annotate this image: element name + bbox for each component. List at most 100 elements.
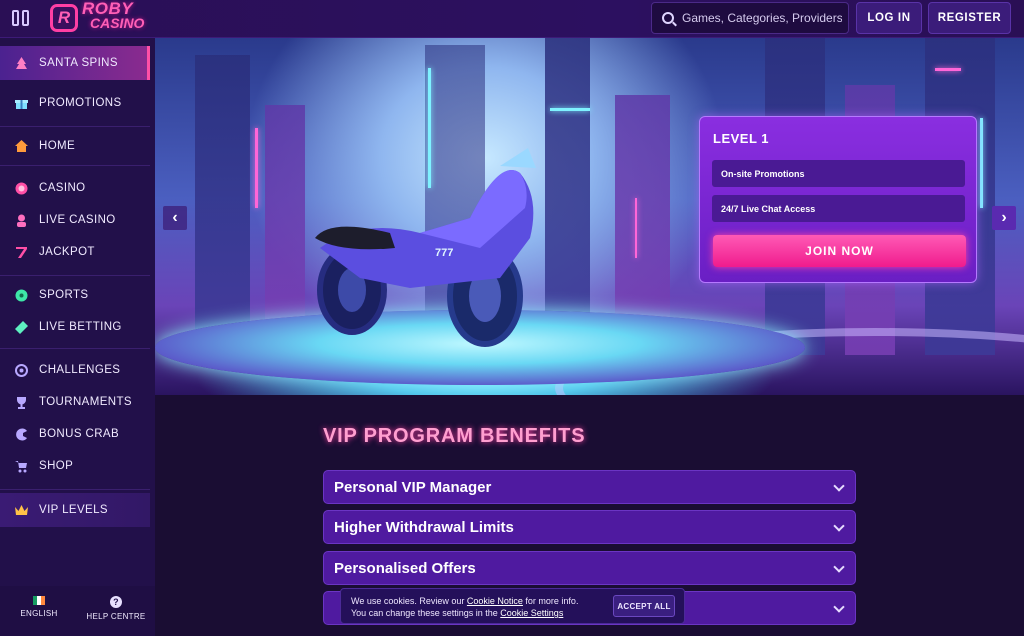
crab-icon [16, 428, 27, 440]
accept-all-button[interactable]: ACCEPT ALL [613, 595, 675, 617]
sidebar-item-tournaments[interactable]: TOURNAMENTS [0, 385, 150, 419]
dealer-icon [17, 214, 26, 227]
top-header: R ROBY CASINO LOG IN REGISTER [0, 0, 1024, 38]
login-button[interactable]: LOG IN [856, 2, 922, 34]
cookie-banner: We use cookies. Review our Cookie Notice… [340, 588, 685, 624]
sidebar-item-shop[interactable]: SHOP [0, 449, 150, 483]
sidebar-item-santa-spins[interactable]: SANTA SPINS [0, 46, 150, 80]
bike-plate: 777 [435, 247, 453, 259]
home-icon [15, 139, 28, 152]
sidebar-item-live-betting[interactable]: LIVE BETTING [0, 310, 150, 344]
carousel-next-icon[interactable]: › [992, 206, 1016, 230]
neon-light [550, 108, 590, 111]
accordion-label: Higher Withdrawal Limits [334, 518, 514, 536]
sidebar-item-label: VIP LEVELS [39, 504, 108, 516]
vip-section-title: VIP PROGRAM BENEFITS [323, 425, 586, 447]
sidebar-item-label: SANTA SPINS [39, 57, 118, 69]
motorbike-image: 777 [315, 148, 536, 347]
neon-light [635, 198, 637, 258]
sidebar-item-live-casino[interactable]: LIVE CASINO [0, 203, 150, 237]
chevron-down-icon [833, 601, 845, 613]
sidebar-item-label: SHOP [39, 460, 74, 472]
sidebar-divider [0, 165, 150, 166]
sidebar-item-label: LIVE CASINO [39, 214, 116, 226]
sidebar-item-label: LIVE BETTING [39, 321, 122, 333]
help-label: HELP CENTRE [86, 612, 146, 621]
cookie-text: for more info. [522, 596, 579, 606]
sidebar: SANTA SPINS PROMOTIONS HOME CASINO LIVE … [0, 38, 155, 636]
sidebar-item-label: PROMOTIONS [39, 97, 122, 109]
ireland-flag-icon [33, 596, 45, 605]
chip-icon [15, 182, 28, 194]
sidebar-item-home[interactable]: HOME [0, 129, 150, 163]
accordion-item[interactable]: Personal VIP Manager [323, 470, 856, 504]
level-title: LEVEL 1 [713, 131, 770, 146]
neon-light [255, 128, 258, 208]
accordion-item[interactable]: Personalised Offers [323, 551, 856, 585]
cookie-text-line2: You can change these settings in the Coo… [351, 608, 563, 618]
language-selector[interactable]: ENGLISH [18, 596, 60, 618]
sidebar-item-label: SPORTS [39, 289, 89, 301]
sidebar-item-jackpot[interactable]: JACKPOT [0, 235, 150, 269]
search-icon [662, 12, 674, 24]
sidebar-toggle-icon[interactable] [12, 10, 32, 26]
cart-icon [15, 460, 27, 472]
join-now-button[interactable]: JOIN NOW [713, 235, 966, 267]
sidebar-item-sports[interactable]: SPORTS [0, 278, 150, 312]
neon-light [980, 118, 983, 208]
city-building [545, 38, 590, 355]
cookie-text-line1: We use cookies. Review our Cookie Notice… [351, 596, 578, 606]
logo-sub-text: CASINO [90, 15, 145, 31]
sidebar-item-bonus-crab[interactable]: BONUS CRAB [0, 417, 150, 451]
logo[interactable]: ROBY CASINO [82, 0, 145, 31]
sidebar-item-label: BONUS CRAB [39, 428, 120, 440]
medal-icon [15, 363, 28, 377]
carousel-prev-icon[interactable]: ‹ [163, 206, 187, 230]
seven-icon [16, 246, 27, 258]
sidebar-item-casino[interactable]: CASINO [0, 171, 150, 205]
ticket-icon [15, 320, 28, 334]
chevron-down-icon [833, 561, 845, 573]
accordion-label: Personal VIP Manager [334, 478, 492, 496]
sidebar-item-label: JACKPOT [39, 246, 95, 258]
sidebar-item-label: CHALLENGES [39, 364, 121, 376]
chevron-down-icon [833, 480, 845, 492]
sidebar-divider [0, 348, 150, 349]
cookie-notice-link[interactable]: Cookie Notice [467, 596, 523, 606]
accordion-item[interactable]: Higher Withdrawal Limits [323, 510, 856, 544]
crown-icon [15, 504, 28, 515]
sidebar-item-label: TOURNAMENTS [39, 396, 132, 408]
sidebar-item-label: HOME [39, 140, 76, 152]
christmas-tree-icon [16, 56, 27, 69]
sidebar-item-vip-levels[interactable]: VIP LEVELS [0, 493, 150, 527]
level-perk: 24/7 Live Chat Access [712, 195, 965, 222]
sidebar-item-challenges[interactable]: CHALLENGES [0, 353, 150, 387]
sidebar-item-label: CASINO [39, 182, 86, 194]
cookie-text: You can change these settings in the [351, 608, 501, 618]
trophy-icon [17, 396, 26, 409]
football-icon [15, 289, 28, 301]
help-centre-link[interactable]: ? HELP CENTRE [85, 596, 147, 621]
hero-banner: 777 ‹ › LEVEL 1 On-site Promotions 24/7 … [155, 38, 1024, 395]
search-input[interactable] [682, 11, 842, 25]
help-icon: ? [110, 596, 122, 608]
level-perk: On-site Promotions [712, 160, 965, 187]
sidebar-divider [0, 275, 150, 276]
cookie-settings-link[interactable]: Cookie Settings [500, 608, 563, 618]
sidebar-footer: ENGLISH ? HELP CENTRE [0, 586, 155, 636]
city-building [195, 55, 250, 355]
sidebar-divider [0, 489, 150, 490]
search-box[interactable] [651, 2, 849, 34]
gift-icon [15, 99, 28, 109]
neon-light [935, 68, 961, 71]
accordion-label: Personalised Offers [334, 559, 476, 577]
level-card: LEVEL 1 On-site Promotions 24/7 Live Cha… [699, 116, 977, 283]
sidebar-item-promotions[interactable]: PROMOTIONS [0, 86, 150, 120]
register-button[interactable]: REGISTER [928, 2, 1011, 34]
cookie-text: We use cookies. Review our [351, 596, 467, 606]
logo-main-text: ROBY [82, 0, 134, 18]
chevron-down-icon [833, 520, 845, 532]
logo-icon[interactable]: R [50, 4, 78, 32]
sidebar-divider [0, 126, 150, 127]
language-label: ENGLISH [20, 609, 58, 618]
